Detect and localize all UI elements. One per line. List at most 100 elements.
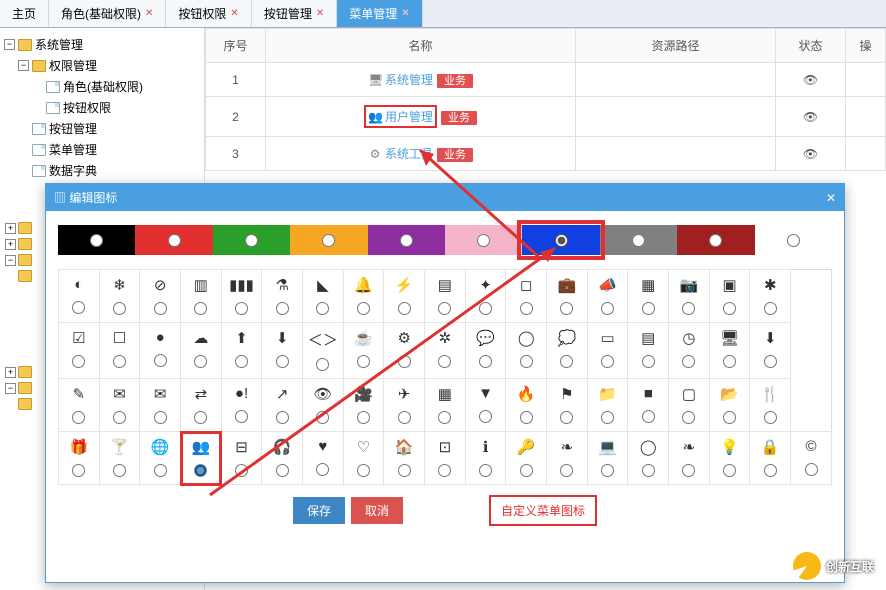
table-row[interactable]: 1 🖥系统管理业务 👁 [206, 63, 886, 97]
icon-option-laptop[interactable]: 💻 [587, 432, 628, 485]
icon-option-id-card[interactable]: ▤ [628, 323, 669, 379]
close-icon[interactable]: ✕ [230, 8, 238, 19]
tree-node-system[interactable]: −系统管理 [4, 34, 200, 55]
icon-option-bell[interactable]: 🔔 [343, 270, 384, 323]
icon-option-users[interactable]: 👥 [181, 432, 222, 485]
table-row[interactable]: 2 👥用户管理业务 👁 [206, 97, 886, 137]
icon-option-plane[interactable]: ✈ [384, 379, 425, 432]
icon-option-cc[interactable]: © [791, 432, 832, 485]
icon-option-dashboard[interactable]: ◷ [669, 323, 710, 379]
close-icon[interactable]: ✕ [401, 8, 409, 19]
icon-option-folder-c[interactable]: 📁 [587, 379, 628, 432]
icon-option-cogs[interactable]: ✲ [425, 323, 466, 379]
icon-option-beaker[interactable]: ⚗ [262, 270, 303, 323]
icon-option-snow[interactable]: ❄ [99, 270, 140, 323]
icon-option-bookmark[interactable]: ✦ [465, 270, 506, 323]
color-swatch[interactable] [213, 225, 290, 255]
icon-option-desktop[interactable]: 🖥 [709, 323, 750, 379]
icon-option-calendar[interactable]: ▦ [628, 270, 669, 323]
tree-node-btnperm[interactable]: 按钮权限 [4, 97, 200, 118]
icon-option-code[interactable]: ＜＞ [303, 323, 344, 379]
color-swatch[interactable] [58, 225, 135, 255]
icon-option-filter[interactable]: ▼ [465, 379, 506, 432]
icon-option-cloud-up[interactable]: ⬆ [221, 323, 262, 379]
eye-icon[interactable]: 👁 [776, 63, 846, 97]
color-swatch[interactable] [290, 225, 367, 255]
tab-menumgr[interactable]: 菜单管理✕ [337, 0, 422, 27]
icon-option-adjust[interactable]: ◐ [59, 270, 100, 323]
icon-option-globe[interactable]: 🌐 [140, 432, 181, 485]
icon-option-cloud-down[interactable]: ⬇ [262, 323, 303, 379]
icon-option-heart-o[interactable]: ♡ [343, 432, 384, 485]
icon-option-folder[interactable]: ■ [628, 379, 669, 432]
icon-option-cloud[interactable]: ☁ [181, 323, 222, 379]
icon-option-external[interactable]: ↗ [262, 379, 303, 432]
icon-option-folder-open[interactable]: 📂 [709, 379, 750, 432]
tab-home[interactable]: 主页 [0, 0, 49, 27]
icon-option-heart[interactable]: ♥ [303, 432, 344, 485]
icon-option-comments[interactable]: 💭 [547, 323, 588, 379]
color-swatch[interactable] [522, 225, 599, 255]
save-button[interactable]: 保存 [293, 497, 345, 524]
icon-option-info[interactable]: ℹ [465, 432, 506, 485]
icon-option-edit[interactable]: ✎ [59, 379, 100, 432]
color-swatch[interactable] [368, 225, 445, 255]
icon-option-comment[interactable]: 💬 [465, 323, 506, 379]
icon-option-glass[interactable]: 🍸 [99, 432, 140, 485]
icon-option-gift[interactable]: 🎁 [59, 432, 100, 485]
icon-option-comment-o[interactable]: ◯ [506, 323, 547, 379]
icon-option-credit-card[interactable]: ▭ [587, 323, 628, 379]
close-icon[interactable]: ✕ [826, 191, 836, 205]
icon-option-leaf-o[interactable]: ❧ [669, 432, 710, 485]
icon-option-bolt[interactable]: ⚡ [384, 270, 425, 323]
tab-btnmgr[interactable]: 按钮管理✕ [252, 0, 337, 27]
icon-option-camera-retro[interactable]: ▣ [709, 270, 750, 323]
icon-option-cutlery[interactable]: 🍴 [750, 379, 791, 432]
color-swatch[interactable] [135, 225, 212, 255]
icon-option-headphones[interactable]: 🎧 [262, 432, 303, 485]
color-swatch[interactable] [600, 225, 677, 255]
icon-option-key[interactable]: 🔑 [506, 432, 547, 485]
icon-option-lemon[interactable]: ◯ [628, 432, 669, 485]
eye-icon[interactable]: 👁 [776, 137, 846, 171]
table-row[interactable]: 3 ⚙系统工具业务 👁 [206, 137, 886, 171]
icon-option-bar-chart[interactable]: ▥ [181, 270, 222, 323]
icon-option-book[interactable]: ▤ [425, 270, 466, 323]
tree-node-role[interactable]: 角色(基础权限) [4, 76, 200, 97]
icon-option-envelope[interactable]: ✉ [99, 379, 140, 432]
eye-icon[interactable]: 👁 [776, 97, 846, 137]
icon-option-bullhorn[interactable]: ◣ [303, 270, 344, 323]
icon-option-home[interactable]: 🏠 [384, 432, 425, 485]
icon-option-cog[interactable]: ⚙ [384, 323, 425, 379]
color-swatch[interactable] [677, 225, 754, 255]
icon-option-fire[interactable]: 🔥 [506, 379, 547, 432]
icon-option-briefcase[interactable]: 💼 [547, 270, 588, 323]
icon-option-square-o[interactable]: ☐ [99, 323, 140, 379]
icon-option-eye[interactable]: 👁 [303, 379, 344, 432]
icon-option-film[interactable]: 🎥 [343, 379, 384, 432]
icon-option-check-sq[interactable]: ☑ [59, 323, 100, 379]
icon-option-inbox[interactable]: ⊡ [425, 432, 466, 485]
icon-option-envelope-o[interactable]: ✉ [140, 379, 181, 432]
close-icon[interactable]: ✕ [316, 8, 324, 19]
icon-option-folder-o[interactable]: ▢ [669, 379, 710, 432]
icon-option-leaf[interactable]: ❧ [547, 432, 588, 485]
icon-option-flag[interactable]: ⚑ [547, 379, 588, 432]
icon-option-bookmark-o[interactable]: ◻ [506, 270, 547, 323]
close-icon[interactable]: ✕ [145, 8, 153, 19]
icon-option-circle[interactable]: ● [140, 323, 181, 379]
icon-option-th[interactable]: ▦ [425, 379, 466, 432]
tree-node-menumgr[interactable]: 菜单管理 [4, 139, 200, 160]
icon-option-coffee[interactable]: ☕ [343, 323, 384, 379]
tab-role[interactable]: 角色(基础权限)✕ [49, 0, 166, 27]
icon-option-horn[interactable]: 📣 [587, 270, 628, 323]
cancel-button[interactable]: 取消 [351, 497, 403, 524]
icon-option-hdd[interactable]: ⊟ [221, 432, 262, 485]
icon-option-lock[interactable]: 🔒 [750, 432, 791, 485]
icon-option-barcode[interactable]: ▮▮▮ [221, 270, 262, 323]
tab-btnperm[interactable]: 按钮权限✕ [166, 0, 251, 27]
icon-option-lightbulb[interactable]: 💡 [709, 432, 750, 485]
icon-option-exchange[interactable]: ⇄ [181, 379, 222, 432]
tree-node-dict[interactable]: 数据字典 [4, 160, 200, 181]
tree-node-btnmgr[interactable]: 按钮管理 [4, 118, 200, 139]
